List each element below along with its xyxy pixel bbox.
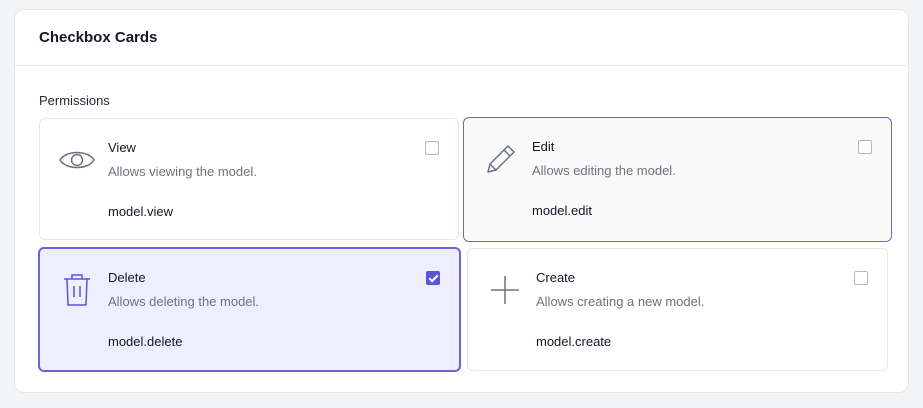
permissions-label: Permissions bbox=[39, 93, 110, 108]
card-permission-code: model.edit bbox=[532, 203, 592, 218]
card-title: Edit bbox=[532, 139, 555, 154]
card-checkbox-edit[interactable] bbox=[858, 140, 872, 154]
pencil-icon bbox=[482, 140, 520, 178]
card-permission-code: model.delete bbox=[108, 334, 183, 349]
panel-title: Checkbox Cards bbox=[39, 29, 158, 46]
card-description: Allows creating a new model. bbox=[536, 294, 705, 309]
eye-icon bbox=[58, 141, 96, 179]
card-create[interactable]: Create Allows creating a new model. mode… bbox=[467, 248, 888, 371]
card-description: Allows viewing the model. bbox=[108, 164, 257, 179]
card-title: View bbox=[108, 140, 136, 155]
plus-icon bbox=[486, 271, 524, 309]
card-title: Delete bbox=[108, 270, 146, 285]
panel-header: Checkbox Cards bbox=[15, 10, 908, 66]
card-description: Allows editing the model. bbox=[532, 163, 676, 178]
card-permission-code: model.create bbox=[536, 334, 612, 349]
card-permission-code: model.view bbox=[108, 204, 174, 219]
trash-icon bbox=[58, 271, 96, 309]
page: Checkbox Cards Permissions View Allows v… bbox=[0, 0, 923, 408]
card-description: Allows deleting the model. bbox=[108, 294, 260, 309]
card-title: Create bbox=[536, 270, 576, 285]
card-checkbox-view[interactable] bbox=[425, 141, 439, 155]
card-delete[interactable]: Delete Allows deleting the model. model.… bbox=[38, 247, 461, 372]
card-view[interactable]: View Allows viewing the model. model.vie… bbox=[39, 118, 459, 240]
checkbox-cards-panel: Checkbox Cards Permissions View Allows v… bbox=[14, 9, 909, 393]
card-checkbox-delete[interactable] bbox=[426, 271, 440, 285]
card-checkbox-create[interactable] bbox=[854, 271, 868, 285]
card-edit[interactable]: Edit Allows editing the model. model.edi… bbox=[463, 117, 892, 242]
